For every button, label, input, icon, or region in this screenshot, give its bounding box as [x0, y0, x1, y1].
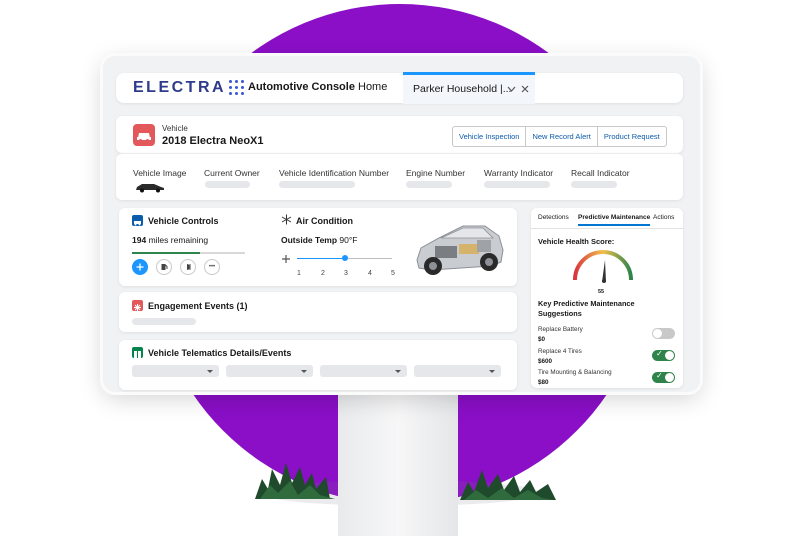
- miles-label: miles remaining: [148, 235, 209, 245]
- suggestion-name-3: Tire Mounting & Balancing: [538, 369, 612, 376]
- new-record-alert-button[interactable]: New Record Alert: [525, 126, 598, 147]
- close-icon[interactable]: [521, 85, 529, 93]
- more-icon: •••: [208, 264, 216, 270]
- miles-remaining: 194 miles remaining: [132, 235, 208, 245]
- vin-value-placeholder: [279, 181, 355, 188]
- field-vehicle-image-label: Vehicle Image: [133, 168, 187, 178]
- engagement-event-placeholder: [132, 318, 196, 325]
- fan-speed-slider[interactable]: [297, 255, 392, 261]
- recall-indicator-value-placeholder: [571, 181, 617, 188]
- telematics-filter-dropdown-3[interactable]: [320, 365, 407, 377]
- app-name: Automotive Console: [248, 81, 355, 93]
- suggestions-title-line-1: Key Predictive Maintenance: [538, 299, 635, 308]
- vehicle-controls-icon: [132, 215, 143, 226]
- fan-speed-icon: [282, 255, 290, 263]
- telematics-filters: [132, 354, 512, 384]
- electra-logo: ELECTRA: [133, 79, 227, 96]
- air-condition-title: Air Condition: [296, 216, 353, 226]
- field-current-owner-label: Current Owner: [204, 168, 260, 178]
- record-type-label: Vehicle: [162, 124, 188, 133]
- telematics-filter-dropdown-2[interactable]: [226, 365, 313, 377]
- slider-tick-1: 1: [297, 270, 301, 277]
- miles-value: 194: [132, 235, 147, 245]
- light-icon: [187, 264, 191, 270]
- field-recall-indicator-label: Recall Indicator: [571, 168, 630, 178]
- fan-speed-slider-fill: [297, 258, 345, 259]
- suggestion-name-1: Replace Battery: [538, 326, 583, 333]
- engagement-events-title: Engagement Events (1): [148, 301, 248, 311]
- tab-label: Parker Household |...: [413, 83, 512, 95]
- telematics-filter-dropdown-1[interactable]: [132, 365, 219, 377]
- health-score-gauge: [573, 250, 633, 283]
- fuel-icon: [161, 264, 168, 270]
- suggestion-price-1: $0: [538, 336, 546, 343]
- record-action-buttons: Vehicle Inspection New Record Alert Prod…: [452, 126, 667, 147]
- outside-temp-value: 90°F: [339, 235, 358, 245]
- suggestion-toggle-2[interactable]: ✓: [652, 349, 675, 361]
- vehicle-controls-title: Vehicle Controls: [148, 216, 219, 226]
- panel-tabs: Detections Predictive Maintenance Action…: [531, 208, 683, 229]
- field-engine-number-label: Engine Number: [406, 168, 466, 178]
- field-vin-label: Vehicle Identification Number: [279, 168, 390, 178]
- monitor-screen: ELECTRA Automotive Console Home Parker H…: [103, 56, 700, 392]
- gauge-needle: [602, 260, 606, 282]
- vehicle-inspection-button[interactable]: Vehicle Inspection: [452, 126, 527, 147]
- product-request-button[interactable]: Product Request: [596, 126, 667, 147]
- suggestion-price-2: $600: [538, 358, 553, 365]
- health-score-title: Vehicle Health Score:: [538, 237, 615, 246]
- vehicle-title: 2018 Electra NeoX1: [162, 135, 264, 147]
- tab-parker-household[interactable]: Parker Household |...: [403, 72, 535, 104]
- more-options-button[interactable]: •••: [204, 259, 220, 275]
- outside-temp: Outside Temp 90°F: [281, 235, 357, 245]
- fan-speed-slider-knob[interactable]: [341, 255, 348, 261]
- slider-tick-5: 5: [391, 270, 395, 277]
- light-button[interactable]: [180, 259, 196, 275]
- slider-tick-2: 2: [321, 270, 325, 277]
- suggestions-title-line-2: Suggestions: [538, 308, 582, 318]
- current-owner-value-placeholder: [205, 181, 250, 188]
- vehicle-fields-card: Vehicle Image Current Owner Vehicle Iden…: [116, 153, 683, 200]
- check-icon: ✓: [656, 349, 663, 358]
- vehicle-thumbnail: [136, 184, 164, 193]
- telematics-filter-dropdown-4[interactable]: [414, 365, 501, 377]
- suggestion-name-2: Replace 4 Tires: [538, 348, 582, 355]
- warranty-indicator-value-placeholder: [484, 181, 550, 188]
- slider-tick-4: 4: [368, 270, 372, 277]
- left-plant-decoration: [255, 463, 335, 499]
- chevron-down-icon[interactable]: [507, 86, 516, 92]
- fan-icon: [136, 263, 144, 271]
- tab-actions[interactable]: Actions: [653, 214, 674, 221]
- nav-home[interactable]: Home: [358, 81, 387, 93]
- app-header: ELECTRA Automotive Console Home Parker H…: [116, 72, 683, 104]
- monitor-stand: [338, 386, 458, 536]
- suggestions-title: Key Predictive Maintenance Suggestions: [538, 299, 635, 318]
- outside-temp-label: Outside Temp: [281, 235, 338, 245]
- predictive-maintenance-panel: Detections Predictive Maintenance Action…: [531, 208, 683, 388]
- suggestion-price-3: $80: [538, 379, 549, 386]
- check-icon: ✓: [656, 371, 663, 380]
- suggestion-toggle-1[interactable]: [652, 328, 675, 339]
- range-progress-fill: [132, 252, 200, 254]
- right-plant-decoration: [460, 470, 556, 500]
- car-icon: [137, 133, 151, 142]
- telematics-card: Vehicle Telematics Details/Events: [119, 340, 517, 390]
- fan-button[interactable]: [132, 259, 148, 275]
- tab-detections[interactable]: Detections: [538, 214, 569, 221]
- tab-predictive-maintenance[interactable]: Predictive Maintenance: [578, 214, 651, 226]
- vehicle-cutaway-illustration: [416, 225, 504, 275]
- vehicle-record-icon: [133, 124, 155, 146]
- snowflake-icon: [281, 214, 292, 225]
- range-progress-bar: [132, 252, 245, 254]
- app-launcher-icon[interactable]: [229, 80, 245, 96]
- suggestion-toggle-3[interactable]: ✓: [652, 371, 675, 383]
- engagement-events-card: Engagement Events (1): [119, 292, 517, 332]
- engine-number-value-placeholder: [406, 181, 452, 188]
- field-warranty-indicator-label: Warranty Indicator: [484, 168, 554, 178]
- vehicle-header-card: Vehicle 2018 Electra NeoX1 Vehicle Inspe…: [116, 116, 683, 153]
- fuel-button[interactable]: [156, 259, 172, 275]
- vehicle-controls-card: Vehicle Controls 194 miles remaining •••…: [119, 208, 517, 286]
- engagement-events-icon: [132, 300, 143, 311]
- slider-tick-3: 3: [344, 270, 348, 277]
- health-score-value: 55: [598, 289, 605, 295]
